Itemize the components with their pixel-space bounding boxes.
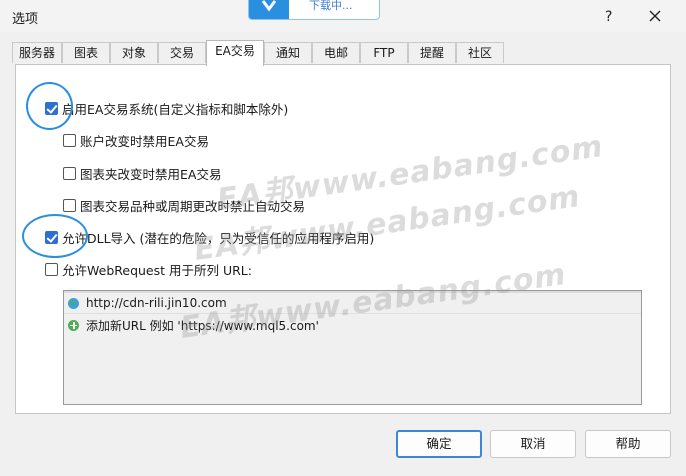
close-button[interactable] [644, 5, 666, 27]
tab-ftp[interactable]: FTP [360, 42, 408, 63]
allow-dll-label: 允许DLL导入 (潜在的危险，只为受信任的应用程序启用) [62, 230, 375, 246]
cancel-button[interactable]: 取消 [490, 430, 576, 458]
tab-server[interactable]: 服务器 [12, 42, 62, 63]
tab-charts[interactable]: 图表 [62, 42, 110, 63]
ok-button[interactable]: 确定 [396, 430, 482, 458]
url-text: http://cdn-rili.jin10.com [86, 296, 227, 310]
disable-on-symbol-change-label: 图表交易品种或周期更改时禁止自动交易 [80, 198, 306, 214]
url-list[interactable]: http://cdn-rili.jin10.com 添加新URL 例如 'htt… [63, 290, 642, 405]
allow-webrequest-checkbox[interactable] [45, 262, 58, 276]
allow-dll-option[interactable]: 允许DLL导入 (潜在的危险，只为受信任的应用程序启用) [45, 229, 375, 246]
disable-on-account-change-label: 账户改变时禁用EA交易 [80, 133, 209, 149]
disable-on-account-change-option[interactable]: 账户改变时禁用EA交易 [63, 132, 209, 149]
help-button[interactable]: 帮助 [585, 430, 671, 458]
window-title: 选项 [12, 12, 39, 27]
url-list-separator [64, 313, 641, 314]
question-icon: ? [605, 9, 612, 25]
disable-on-symbol-change-checkbox[interactable] [63, 198, 76, 212]
download-overlay: 下载中... [248, 0, 380, 20]
allow-dll-checkbox[interactable] [45, 230, 58, 244]
disable-on-profile-change-label: 图表夹改变时禁用EA交易 [80, 166, 222, 182]
enable-ea-option[interactable]: 启用EA交易系统(自定义指标和脚本除外) [45, 100, 289, 117]
allow-webrequest-label: 允许WebRequest 用于所列 URL: [62, 262, 252, 278]
add-url-item[interactable]: 添加新URL 例如 'https://www.mql5.com' [68, 317, 319, 333]
tab-notifications[interactable]: 通知 [264, 42, 312, 63]
download-status: 下载中... [309, 0, 353, 12]
enable-ea-checkbox[interactable] [45, 101, 58, 115]
disable-on-profile-change-option[interactable]: 图表夹改变时禁用EA交易 [63, 165, 222, 182]
tab-objects[interactable]: 对象 [110, 42, 158, 63]
url-list-header [64, 291, 641, 293]
url-list-item[interactable]: http://cdn-rili.jin10.com [68, 295, 227, 311]
tab-alerts[interactable]: 提醒 [408, 42, 456, 63]
enable-ea-label: 启用EA交易系统(自定义指标和脚本除外) [62, 101, 289, 117]
allow-webrequest-option[interactable]: 允许WebRequest 用于所列 URL: [45, 261, 252, 278]
disable-on-account-change-checkbox[interactable] [63, 133, 76, 147]
tab-trade[interactable]: 交易 [158, 42, 206, 63]
tab-email[interactable]: 电邮 [312, 42, 360, 63]
add-icon [68, 319, 79, 331]
help-title-button[interactable]: ? [601, 7, 619, 25]
globe-icon [68, 297, 79, 309]
disable-on-symbol-change-option[interactable]: 图表交易品种或周期更改时禁止自动交易 [63, 197, 306, 214]
download-logo-icon [249, 0, 289, 19]
close-icon [649, 10, 661, 22]
tab-expert-advisors[interactable]: EA交易 [206, 40, 264, 66]
tab-community[interactable]: 社区 [456, 42, 504, 63]
disable-on-profile-change-checkbox[interactable] [63, 166, 76, 180]
svg-text:?: ? [605, 9, 612, 25]
add-url-text: 添加新URL 例如 'https://www.mql5.com' [86, 318, 319, 333]
